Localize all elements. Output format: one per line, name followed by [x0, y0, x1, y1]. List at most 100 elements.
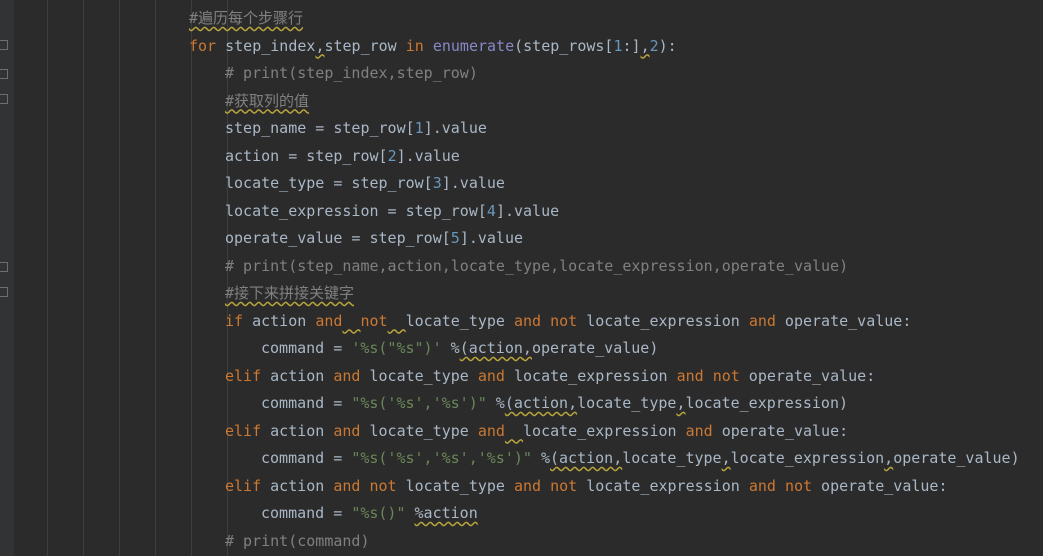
code-token: not [360, 311, 388, 330]
code-token: 1 [613, 36, 623, 55]
code-line[interactable]: for step_index, step_row in enumerate(ste… [0, 33, 1043, 61]
code-token: step_index [216, 36, 316, 55]
code-token: (action [504, 394, 569, 412]
code-line[interactable]: elif action and locate_type and locate_e… [0, 418, 1043, 446]
code-token: if [225, 311, 244, 330]
code-token: locate_expression) [685, 394, 849, 412]
code-token: and [514, 476, 542, 495]
code-token: % [531, 449, 550, 467]
code-token: not [784, 476, 813, 495]
code-token: operate_value) [893, 449, 1020, 467]
code-token: and [676, 366, 704, 385]
code-token: locate_type [360, 421, 478, 440]
code-token: command = [261, 339, 352, 357]
code-token: operate_value = step_row[ [225, 229, 451, 247]
code-line[interactable]: command = "%s()" %action [0, 500, 1043, 528]
code-token: and [514, 311, 542, 330]
code-token: not [550, 476, 578, 495]
code-token: #接下来拼接关键字 [225, 284, 355, 302]
code-token: and [748, 311, 776, 330]
code-line[interactable]: step_name = step_row[1].value [0, 115, 1043, 143]
code-token: and [333, 476, 361, 495]
code-token: locate_type [405, 311, 514, 330]
code-token: :] [622, 36, 641, 55]
code-token: locate_type [360, 366, 478, 385]
code-token: elif [225, 421, 262, 440]
code-token: "%s('%s','%s')" [351, 394, 487, 412]
code-token: and [333, 421, 361, 440]
code-token: operate_value: [739, 366, 876, 385]
code-token: operate_value: [812, 476, 948, 495]
code-line[interactable]: elif action and not locate_type and not … [0, 473, 1043, 501]
code-token: action [261, 366, 334, 385]
code-line[interactable]: #获取列的值 [0, 88, 1043, 116]
code-token: locate_type [622, 449, 722, 467]
code-line[interactable]: action = step_row[2].value [0, 143, 1043, 171]
code-line[interactable]: command = "%s('%s','%s')" %(action, locat… [0, 390, 1043, 418]
code-token: 5 [450, 229, 460, 247]
code-token: locate_expression [730, 449, 885, 467]
code-token: locate_expression [577, 476, 749, 495]
code-token: step_row [324, 36, 406, 55]
code-token: '%s("%s")' [351, 339, 442, 357]
code-token: action [243, 311, 316, 330]
code-line[interactable]: command = "%s('%s','%s','%s')" %(action,… [0, 445, 1043, 473]
code-token: not [712, 366, 740, 385]
code-token: command = [261, 394, 352, 412]
code-token: step_name = step_row[ [225, 119, 415, 137]
code-line[interactable]: # print(command) [0, 528, 1043, 556]
code-token: command = [261, 449, 352, 467]
code-line[interactable]: operate_value = step_row[5].value [0, 225, 1043, 253]
code-token: locate_expression = step_row[ [225, 201, 487, 220]
code-line[interactable]: # print(step_index,step_row) [0, 60, 1043, 88]
code-token: in [405, 36, 424, 55]
code-token: 2 [387, 146, 397, 165]
code-token: #遍历每个步骤行 [189, 9, 304, 27]
code-line[interactable]: # print(step_name,action,locate_type,loc… [0, 253, 1043, 281]
code-line[interactable]: locate_expression = step_row[4].value [0, 198, 1043, 226]
code-editor[interactable]: #遍历每个步骤行 for step_index, step_row in enume… [0, 0, 1043, 556]
code-token: ].value [441, 174, 505, 192]
code-lines[interactable]: #遍历每个步骤行 for step_index, step_row in enume… [0, 5, 1043, 555]
code-token: operate_value: [775, 311, 912, 330]
code-line[interactable]: #接下来拼接关键字 [0, 280, 1043, 308]
code-token: (step_rows[ [514, 36, 614, 55]
code-line[interactable]: command = '%s("%s")' %(action,operate_va… [0, 335, 1043, 363]
code-token: and [315, 311, 343, 330]
code-token: operate_value) [531, 339, 659, 357]
code-token: enumerate [432, 36, 515, 55]
code-token: , [568, 394, 578, 412]
code-token: "%s('%s','%s','%s')" [351, 449, 532, 467]
code-token: ].value [423, 119, 487, 137]
code-token: not [550, 311, 578, 330]
code-token: ].value [495, 201, 560, 220]
code-line[interactable]: elif action and locate_type and locate_e… [0, 363, 1043, 391]
code-token: , [613, 449, 623, 467]
code-token: % [486, 394, 505, 412]
code-token: ): [658, 36, 677, 55]
code-line[interactable]: locate_type = step_row[3].value [0, 170, 1043, 198]
code-token: , [721, 449, 731, 467]
code-token: , [522, 339, 532, 357]
code-token: ].value [396, 146, 460, 165]
code-token: and [333, 366, 361, 385]
code-line[interactable]: #遍历每个步骤行 [0, 5, 1043, 33]
code-token: locate_type = step_row[ [225, 174, 433, 192]
code-token: elif [225, 476, 262, 495]
code-token: , [884, 449, 894, 467]
code-token: (action [550, 449, 614, 467]
code-token: locate_expression [504, 366, 677, 385]
code-token: and [477, 366, 505, 385]
code-token: "%s()" [351, 504, 406, 522]
code-token: , [640, 36, 650, 55]
code-token: 3 [432, 174, 442, 192]
code-line[interactable]: if action and not locate_type and not lo… [0, 308, 1043, 336]
